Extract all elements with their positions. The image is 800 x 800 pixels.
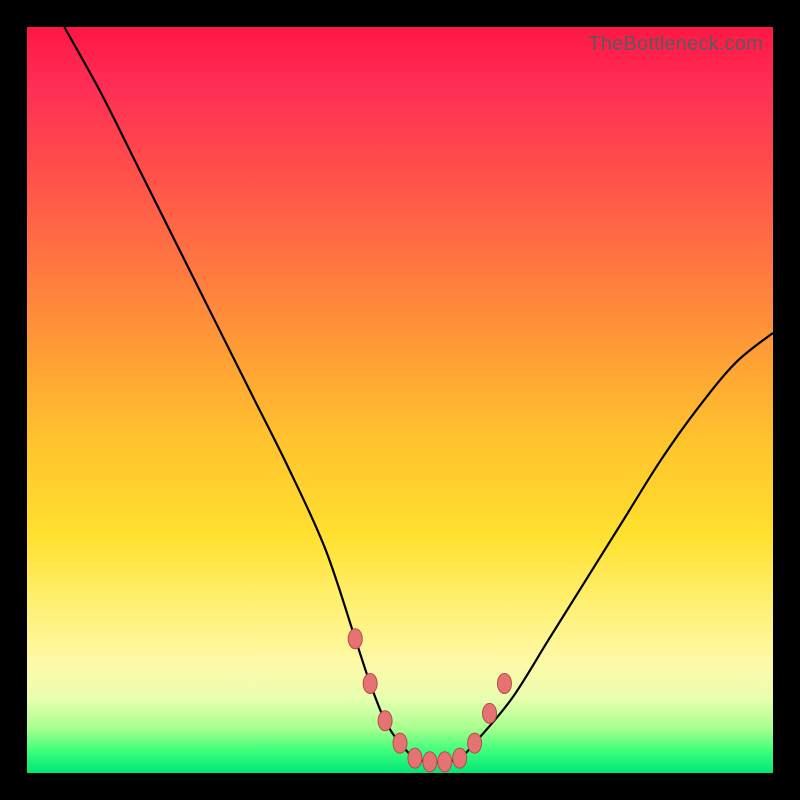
plot-area: TheBottleneck.com bbox=[27, 27, 773, 773]
curve-marker bbox=[378, 711, 392, 731]
curve-markers bbox=[348, 629, 511, 772]
bottleneck-curve bbox=[27, 27, 773, 773]
curve-marker bbox=[393, 733, 407, 753]
curve-line bbox=[64, 27, 773, 762]
curve-marker bbox=[348, 629, 362, 649]
watermark-text: TheBottleneck.com bbox=[588, 33, 763, 56]
curve-marker bbox=[408, 748, 422, 768]
curve-marker bbox=[438, 752, 452, 772]
curve-marker bbox=[497, 673, 511, 693]
curve-marker bbox=[468, 733, 482, 753]
curve-marker bbox=[483, 703, 497, 723]
curve-marker bbox=[363, 673, 377, 693]
curve-marker bbox=[453, 748, 467, 768]
curve-marker bbox=[423, 752, 437, 772]
chart-frame: TheBottleneck.com bbox=[0, 0, 800, 800]
